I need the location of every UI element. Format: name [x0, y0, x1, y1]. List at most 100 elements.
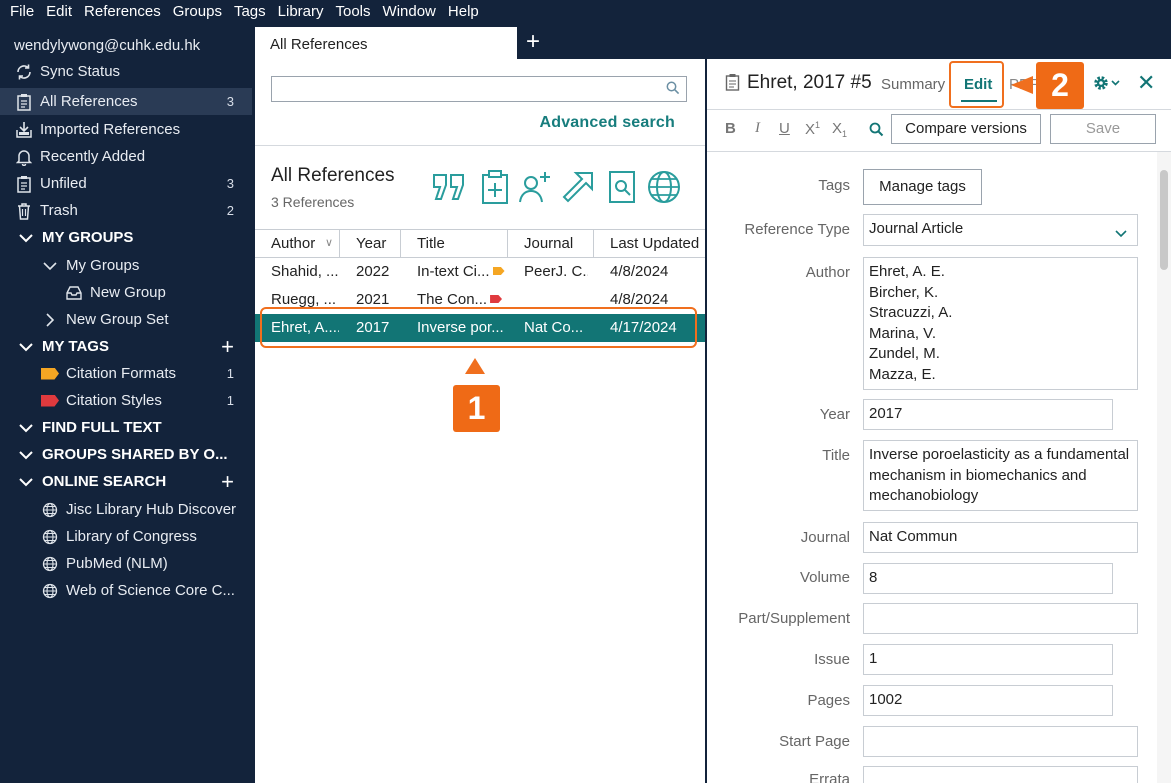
sidebar-item-tag-citation-formats[interactable]: Citation Formats 1	[0, 360, 252, 387]
section-find-full-text[interactable]: FIND FULL TEXT	[0, 414, 252, 441]
add-tab-icon[interactable]: +	[526, 30, 540, 54]
sidebar-item-my-groups[interactable]: My Groups	[0, 252, 252, 279]
search-icon[interactable]	[666, 81, 680, 100]
superscript-icon[interactable]: X1	[805, 120, 820, 138]
pages-field[interactable]: 1002	[863, 685, 1113, 716]
section-groups-shared[interactable]: GROUPS SHARED BY O...	[0, 441, 252, 468]
scrollbar[interactable]	[1157, 152, 1171, 783]
scrollbar-thumb[interactable]	[1160, 170, 1168, 270]
sidebar-item-new-group-set[interactable]: New Group Set	[0, 306, 252, 333]
step-badge-2: 2	[1036, 62, 1084, 109]
gear-icon[interactable]	[1092, 73, 1122, 98]
add-to-clipboard-icon[interactable]	[477, 169, 513, 205]
sidebar-item-imported-references[interactable]: Imported References	[0, 116, 252, 143]
year-field[interactable]: 2017	[863, 399, 1113, 430]
sidebar-item-online-jisc[interactable]: Jisc Library Hub Discover	[0, 496, 252, 523]
errata-field[interactable]	[863, 766, 1138, 783]
label-reference-type: Reference Type	[744, 221, 850, 238]
journal-field[interactable]: Nat Commun	[863, 522, 1138, 553]
share-user-icon[interactable]	[517, 169, 553, 205]
account-email[interactable]: wendylywong@cuhk.edu.hk	[0, 32, 252, 59]
italic-icon[interactable]: I	[755, 120, 760, 137]
start-page-field[interactable]	[863, 726, 1138, 757]
label-title: Title	[822, 447, 850, 464]
menu-tags[interactable]: Tags	[228, 1, 272, 23]
column-last-updated[interactable]: Last Updated	[594, 230, 705, 257]
volume-field[interactable]: 8	[863, 563, 1113, 594]
reference-type-select[interactable]: Journal Article	[863, 214, 1138, 246]
save-button[interactable]: Save	[1050, 114, 1156, 144]
table-row[interactable]: Shahid, ... 2022 In-text Ci... PeerJ. C.…	[255, 258, 705, 286]
section-online-search[interactable]: ONLINE SEARCH +	[0, 468, 252, 495]
column-year[interactable]: Year	[340, 230, 401, 257]
sidebar-item-label: New Group Set	[66, 311, 169, 328]
sync-status[interactable]: Sync Status	[0, 58, 252, 85]
author-field[interactable]: Ehret, A. E. Bircher, K. Stracuzzi, A. M…	[863, 257, 1138, 390]
bold-icon[interactable]: B	[725, 120, 736, 137]
sidebar-item-online-wos[interactable]: Web of Science Core C...	[0, 577, 252, 604]
label-tags: Tags	[818, 177, 850, 194]
cell-author: Shahid, ...	[271, 263, 339, 280]
manage-tags-button[interactable]: Manage tags	[863, 169, 982, 205]
sort-chevron-icon: ∨	[325, 237, 334, 249]
sync-icon	[14, 62, 34, 82]
column-journal[interactable]: Journal	[508, 230, 594, 257]
online-search-globe-icon[interactable]	[646, 169, 682, 205]
sidebar-item-trash[interactable]: Trash 2	[0, 197, 252, 224]
column-author[interactable]: Author ∨	[255, 230, 340, 257]
issue-field[interactable]: 1	[863, 644, 1113, 675]
section-my-tags[interactable]: MY TAGS +	[0, 333, 252, 360]
menu-tools[interactable]: Tools	[330, 1, 377, 23]
menu-edit[interactable]: Edit	[40, 1, 78, 23]
title-text: In-text Ci...	[417, 263, 490, 280]
menu-file[interactable]: File	[4, 1, 40, 23]
subscript-icon[interactable]: X1	[832, 120, 847, 139]
menu-references[interactable]: References	[78, 1, 167, 23]
chevron-down-icon	[1115, 224, 1127, 245]
export-arrow-icon[interactable]	[560, 169, 596, 205]
author-line: Marina, V.	[869, 324, 936, 342]
title-line: mechanism in biomechanics and	[869, 466, 1087, 484]
advanced-search-link[interactable]: Advanced search	[539, 114, 675, 132]
find-pdf-icon[interactable]	[605, 169, 641, 205]
sidebar-item-label: Citation Styles	[66, 392, 162, 409]
tab-summary[interactable]: Summary	[881, 76, 945, 93]
label-author: Author	[805, 264, 850, 281]
sidebar-item-online-pubmed[interactable]: PubMed (NLM)	[0, 550, 252, 577]
column-label: Author	[271, 235, 316, 252]
sidebar-item-new-group[interactable]: New Group	[0, 279, 252, 306]
underline-icon[interactable]: U	[779, 120, 790, 137]
compare-versions-button[interactable]: Compare versions	[891, 114, 1041, 144]
tag-icon	[40, 391, 60, 411]
add-tag-icon[interactable]: +	[221, 335, 234, 357]
menu-library[interactable]: Library	[272, 1, 330, 23]
arrow-left-icon	[1011, 76, 1033, 94]
add-online-search-icon[interactable]: +	[221, 470, 234, 492]
part-supplement-field[interactable]	[863, 603, 1138, 634]
tag-icon	[40, 364, 60, 384]
sidebar-item-unfiled[interactable]: Unfiled 3	[0, 170, 252, 197]
close-icon[interactable]: ✕	[1137, 70, 1155, 96]
sidebar-item-all-references[interactable]: All References 3	[0, 88, 252, 115]
menu-window[interactable]: Window	[377, 1, 442, 23]
quote-icon[interactable]	[431, 169, 467, 205]
sidebar-item-label: All References	[40, 93, 138, 110]
account-email-label: wendylywong@cuhk.edu.hk	[14, 37, 201, 54]
tab-all-references[interactable]: All References	[255, 27, 517, 59]
title-field[interactable]: Inverse poroelasticity as a fundamental …	[863, 440, 1138, 511]
column-title[interactable]: Title	[401, 230, 508, 257]
menu-help[interactable]: Help	[442, 1, 485, 23]
sidebar-item-tag-citation-styles[interactable]: Citation Styles 1	[0, 387, 252, 414]
search-input[interactable]	[271, 76, 687, 102]
bell-icon	[14, 147, 34, 167]
reference-count: 3 References	[271, 194, 355, 210]
tray-icon	[64, 283, 84, 303]
tag-marker-icon	[492, 267, 505, 275]
highlight-edit-tab	[949, 61, 1004, 108]
section-my-groups[interactable]: MY GROUPS	[0, 224, 252, 251]
search-icon[interactable]	[869, 122, 884, 141]
sidebar-item-recently-added[interactable]: Recently Added	[0, 143, 252, 170]
menu-groups[interactable]: Groups	[167, 1, 228, 23]
sidebar-item-online-loc[interactable]: Library of Congress	[0, 523, 252, 550]
item-count: 1	[226, 393, 234, 408]
